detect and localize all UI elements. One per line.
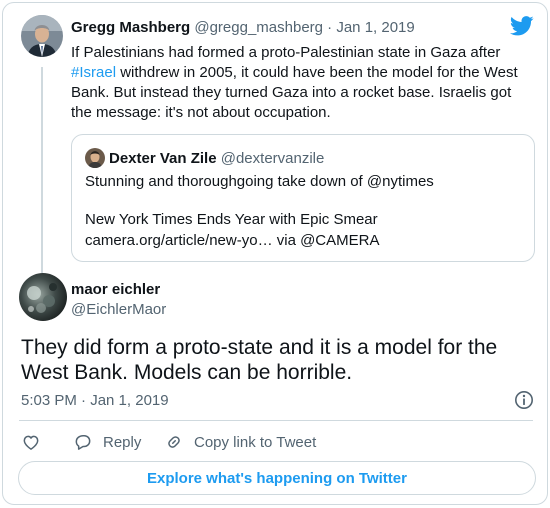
header-separator: · [327, 19, 333, 36]
thread-connector-line [41, 67, 43, 273]
like-button[interactable] [21, 431, 41, 453]
maor-eichler-avatar[interactable] [19, 273, 67, 321]
embedded-tweet-card: Gregg Mashberg @gregg_mashberg · Jan 1, … [2, 2, 548, 505]
explore-twitter-button[interactable]: Explore what's happening on Twitter [18, 461, 536, 495]
parent-text-part2: withdrew in 2005, it could have been the… [71, 64, 518, 121]
quoted-tweet-card[interactable]: Dexter Van Zile @dextervanzile Stunning … [71, 134, 535, 262]
quoted-tweet-text-line1: Stunning and thoroughgoing take down of … [85, 173, 434, 190]
info-icon[interactable] [514, 390, 534, 410]
main-author-name[interactable]: maor eichler [71, 281, 160, 298]
main-tweet-text: They did form a proto-state and it is a … [21, 336, 498, 384]
heart-icon [23, 435, 39, 450]
main-author-handle[interactable]: @EichlerMaor [71, 301, 166, 318]
parent-text-part1: If Palestinians had formed a proto-Pales… [71, 44, 501, 61]
reply-button[interactable]: Reply [73, 431, 141, 453]
dexter-van-zile-avatar [85, 148, 105, 168]
quoted-tweet-text-line3: camera.org/article/new-yo… via @CAMERA [85, 232, 380, 249]
quoted-author-name: Dexter Van Zile [109, 150, 217, 167]
reply-label: Reply [103, 433, 142, 451]
parent-author-name[interactable]: Gregg Mashberg [71, 19, 190, 36]
quoted-tweet-text-line2: New York Times Ends Year with Epic Smear [85, 211, 378, 228]
gregg-mashberg-avatar[interactable] [21, 15, 63, 57]
main-tweet-timestamp[interactable]: 5:03 PM · Jan 1, 2019 [21, 392, 169, 409]
quoted-tweet-header: Dexter Van Zile @dextervanzile [109, 150, 324, 167]
quoted-author-handle: @dextervanzile [220, 150, 325, 167]
parent-author-handle[interactable]: @gregg_mashberg [194, 19, 323, 36]
copy-link-label: Copy link to Tweet [194, 433, 317, 451]
actions-divider [19, 420, 533, 421]
parent-tweet-date[interactable]: Jan 1, 2019 [336, 19, 414, 36]
hashtag-link[interactable]: #Israel [71, 64, 116, 81]
speech-bubble-icon [75, 435, 91, 450]
parent-tweet-text: If Palestinians had formed a proto-Pales… [71, 43, 531, 123]
twitter-bird-icon[interactable] [510, 16, 534, 36]
link-icon [168, 436, 180, 448]
parent-tweet-header: Gregg Mashberg @gregg_mashberg · Jan 1, … [71, 19, 415, 36]
copy-link-button[interactable]: Copy link to Tweet [164, 431, 316, 453]
